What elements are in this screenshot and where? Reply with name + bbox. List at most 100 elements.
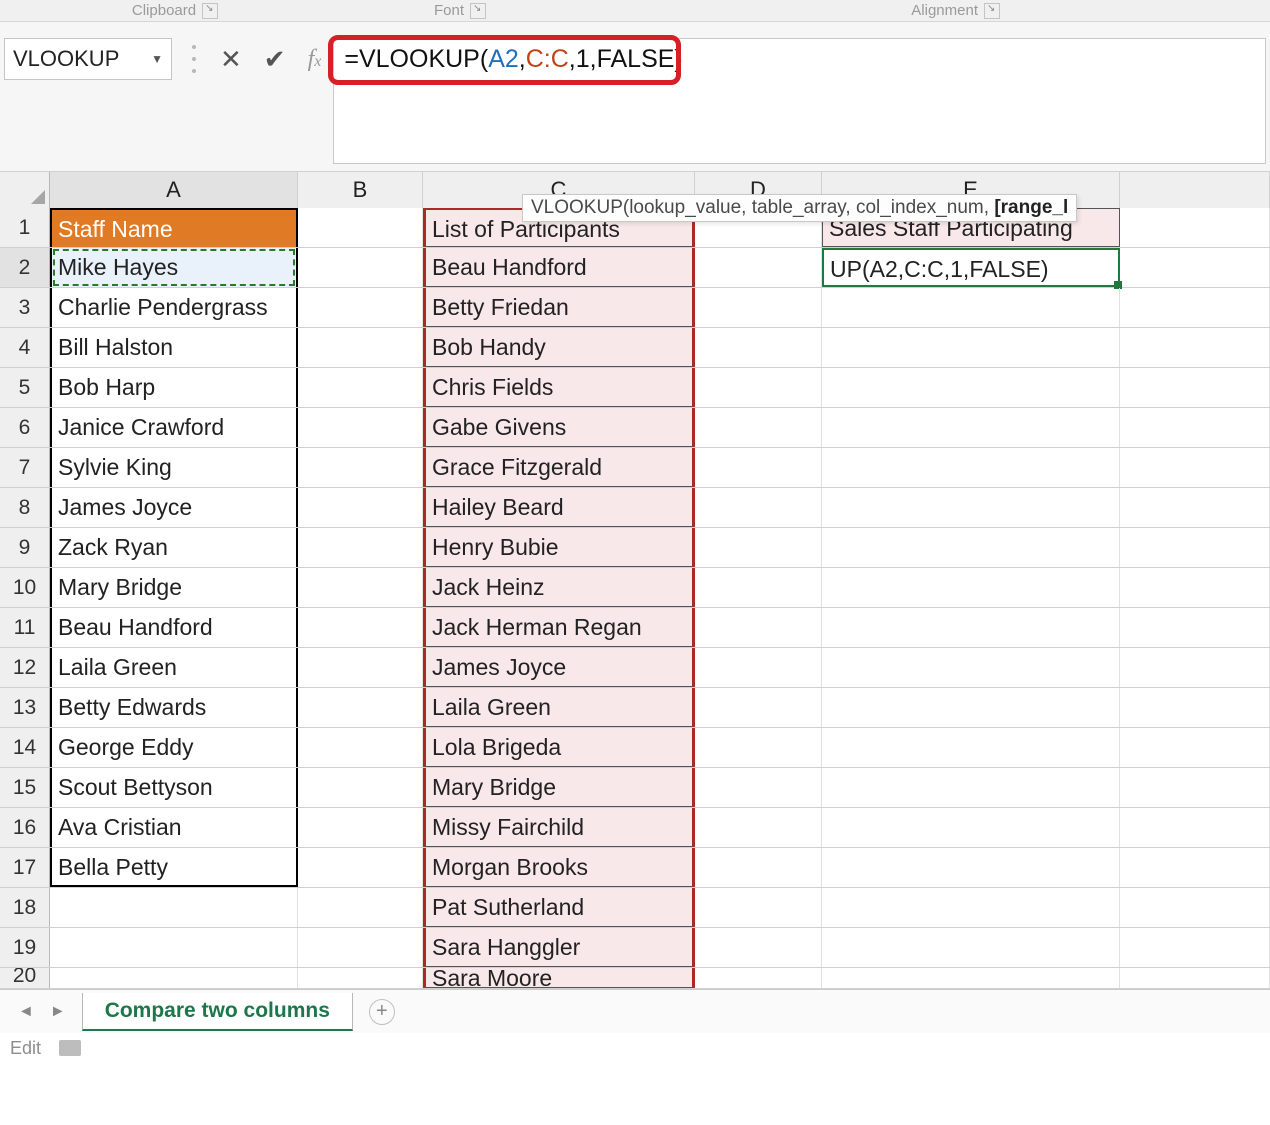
row-header[interactable]: 5 <box>0 368 50 407</box>
cell-B19[interactable] <box>298 928 423 967</box>
cell-F14[interactable] <box>1120 728 1270 767</box>
cell-C12[interactable]: James Joyce <box>423 648 695 687</box>
column-header-A[interactable]: A <box>50 172 298 208</box>
cell-C10[interactable]: Jack Heinz <box>423 568 695 607</box>
cell-E5[interactable] <box>822 368 1120 407</box>
cell-C7[interactable]: Grace Fitzgerald <box>423 448 695 487</box>
cell-C17[interactable]: Morgan Brooks <box>423 848 695 887</box>
cell-B8[interactable] <box>298 488 423 527</box>
cell-C14[interactable]: Lola Brigeda <box>423 728 695 767</box>
cell-F12[interactable] <box>1120 648 1270 687</box>
cell-C5[interactable]: Chris Fields <box>423 368 695 407</box>
font-launcher-icon[interactable] <box>470 3 486 19</box>
cell-A12[interactable]: Laila Green <box>50 648 298 687</box>
select-all-button[interactable] <box>0 172 50 208</box>
cell-E15[interactable] <box>822 768 1120 807</box>
cell-A15[interactable]: Scout Bettyson <box>50 768 298 807</box>
column-header-F[interactable] <box>1120 172 1270 208</box>
cell-D5[interactable] <box>695 368 822 407</box>
cell-B11[interactable] <box>298 608 423 647</box>
row-header[interactable]: 13 <box>0 688 50 727</box>
row-header[interactable]: 17 <box>0 848 50 887</box>
cell-C8[interactable]: Hailey Beard <box>423 488 695 527</box>
cell-F10[interactable] <box>1120 568 1270 607</box>
cell-B20[interactable] <box>298 968 423 988</box>
cell-D4[interactable] <box>695 328 822 367</box>
row-header[interactable]: 19 <box>0 928 50 967</box>
cell-B17[interactable] <box>298 848 423 887</box>
chevron-down-icon[interactable]: ▼ <box>151 52 163 66</box>
cell-A9[interactable]: Zack Ryan <box>50 528 298 567</box>
cell-C18[interactable]: Pat Sutherland <box>423 888 695 927</box>
cell-A3[interactable]: Charlie Pendergrass <box>50 288 298 327</box>
insert-function-button[interactable]: fx <box>308 46 322 73</box>
cell-F18[interactable] <box>1120 888 1270 927</box>
cell-A13[interactable]: Betty Edwards <box>50 688 298 727</box>
cell-E3[interactable] <box>822 288 1120 327</box>
cell-A8[interactable]: James Joyce <box>50 488 298 527</box>
cell-C13[interactable]: Laila Green <box>423 688 695 727</box>
cell-D8[interactable] <box>695 488 822 527</box>
cell-C19[interactable]: Sara Hanggler <box>423 928 695 967</box>
cell-F17[interactable] <box>1120 848 1270 887</box>
row-header[interactable]: 12 <box>0 648 50 687</box>
cell-D17[interactable] <box>695 848 822 887</box>
cell-B5[interactable] <box>298 368 423 407</box>
cell-D16[interactable] <box>695 808 822 847</box>
cell-A1[interactable]: Staff Name <box>50 208 298 247</box>
cell-B16[interactable] <box>298 808 423 847</box>
cell-E4[interactable] <box>822 328 1120 367</box>
cell-F2[interactable] <box>1120 248 1270 287</box>
row-header[interactable]: 7 <box>0 448 50 487</box>
cell-A11[interactable]: Beau Handford <box>50 608 298 647</box>
cell-C20[interactable]: Sara Moore <box>423 968 695 988</box>
cell-E17[interactable] <box>822 848 1120 887</box>
cell-B9[interactable] <box>298 528 423 567</box>
cell-E16[interactable] <box>822 808 1120 847</box>
cell-C15[interactable]: Mary Bridge <box>423 768 695 807</box>
cell-F20[interactable] <box>1120 968 1270 988</box>
cell-A18[interactable] <box>50 888 298 927</box>
cell-A2[interactable]: Mike Hayes <box>50 248 298 287</box>
cell-D3[interactable] <box>695 288 822 327</box>
row-header[interactable]: 3 <box>0 288 50 327</box>
alignment-launcher-icon[interactable] <box>984 3 1000 19</box>
formula-bar-grip-icon[interactable] <box>192 45 198 73</box>
add-sheet-button[interactable]: + <box>369 999 395 1025</box>
cell-C4[interactable]: Bob Handy <box>423 328 695 367</box>
row-header[interactable]: 6 <box>0 408 50 447</box>
cell-C3[interactable]: Betty Friedan <box>423 288 695 327</box>
row-header[interactable]: 16 <box>0 808 50 847</box>
cell-D18[interactable] <box>695 888 822 927</box>
cell-E19[interactable] <box>822 928 1120 967</box>
cell-F19[interactable] <box>1120 928 1270 967</box>
row-header[interactable]: 2 <box>0 248 50 287</box>
cell-B13[interactable] <box>298 688 423 727</box>
cell-C6[interactable]: Gabe Givens <box>423 408 695 447</box>
cell-D14[interactable] <box>695 728 822 767</box>
cell-B4[interactable] <box>298 328 423 367</box>
row-header[interactable]: 11 <box>0 608 50 647</box>
row-header[interactable]: 18 <box>0 888 50 927</box>
cell-E10[interactable] <box>822 568 1120 607</box>
cell-F7[interactable] <box>1120 448 1270 487</box>
cell-E11[interactable] <box>822 608 1120 647</box>
name-box[interactable]: VLOOKUP ▼ <box>4 38 172 80</box>
column-header-B[interactable]: B <box>298 172 423 208</box>
row-header[interactable]: 4 <box>0 328 50 367</box>
cell-A5[interactable]: Bob Harp <box>50 368 298 407</box>
cell-A10[interactable]: Mary Bridge <box>50 568 298 607</box>
cell-F13[interactable] <box>1120 688 1270 727</box>
cell-B2[interactable] <box>298 248 423 287</box>
cell-D19[interactable] <box>695 928 822 967</box>
cell-E12[interactable] <box>822 648 1120 687</box>
sheet-tab-active[interactable]: Compare two columns <box>82 993 353 1031</box>
cell-E20[interactable] <box>822 968 1120 988</box>
cell-A14[interactable]: George Eddy <box>50 728 298 767</box>
cell-F8[interactable] <box>1120 488 1270 527</box>
cell-F3[interactable] <box>1120 288 1270 327</box>
cell-B15[interactable] <box>298 768 423 807</box>
row-header[interactable]: 8 <box>0 488 50 527</box>
cell-C2[interactable]: Beau Handford <box>423 248 695 287</box>
cell-D11[interactable] <box>695 608 822 647</box>
